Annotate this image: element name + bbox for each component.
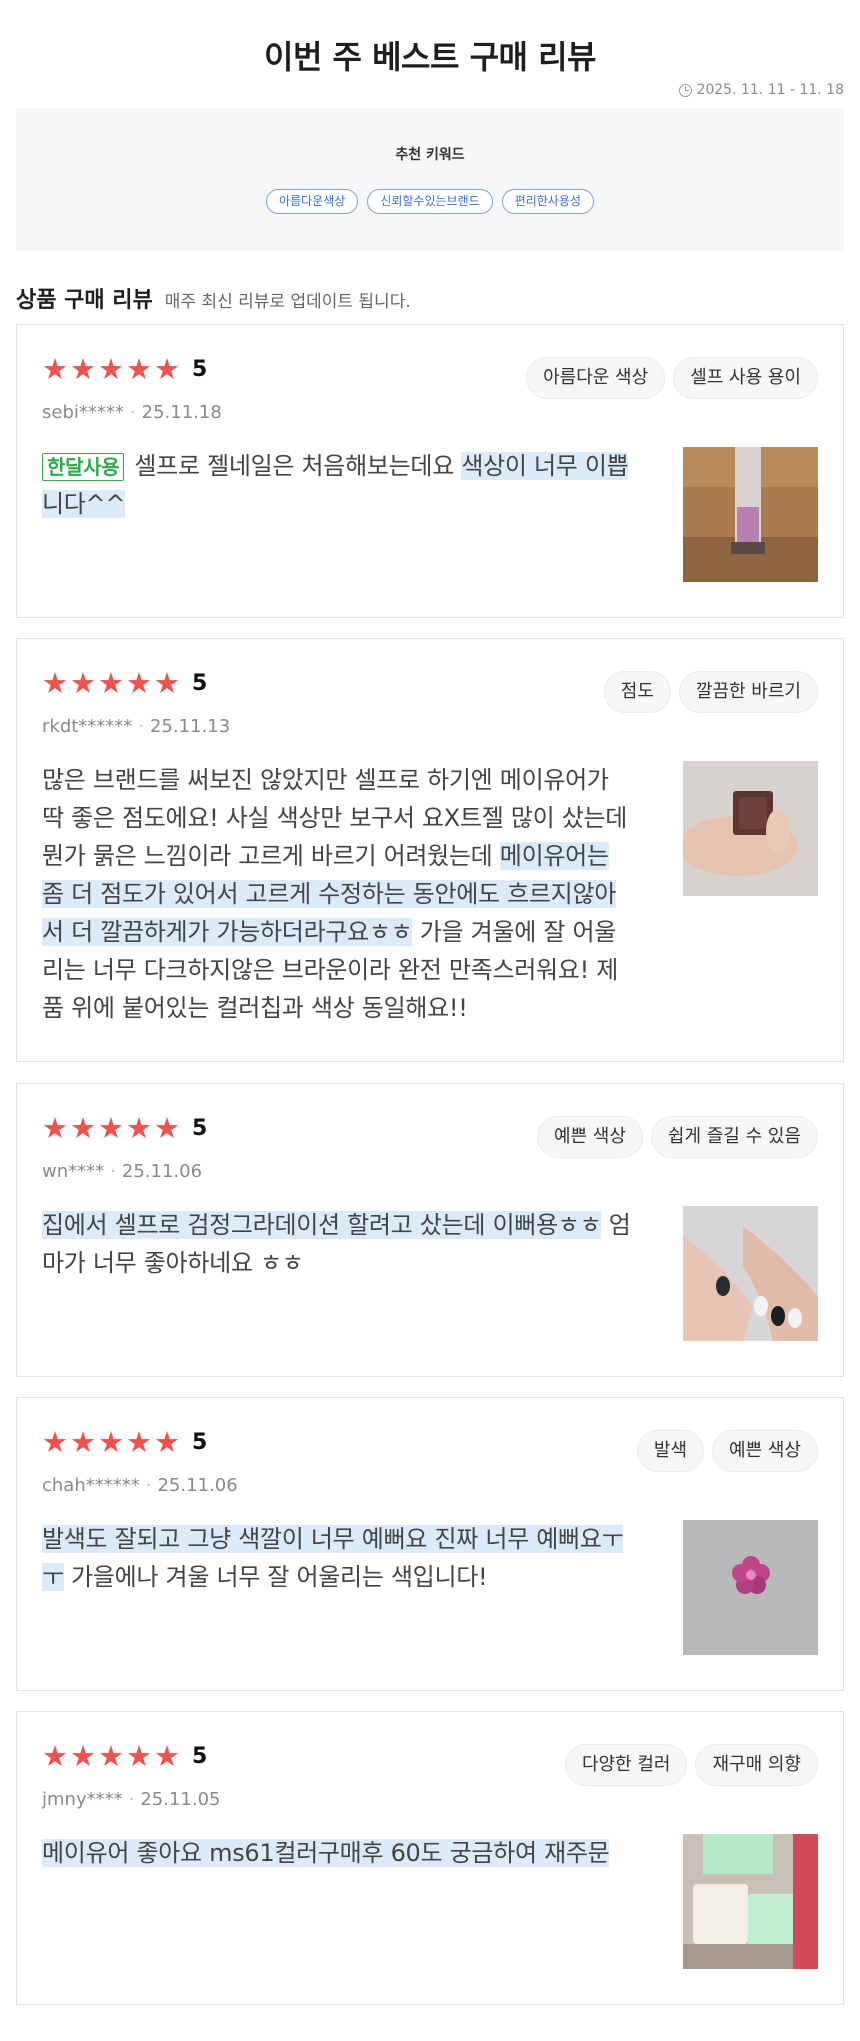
flower-charm-photo[interactable] [683,1520,818,1655]
star-icon: ★ [126,1425,152,1459]
star-icon: ★ [70,666,96,700]
clock-icon [679,83,693,97]
star-rating: ★ ★ ★ ★ ★ 5 [42,1114,207,1143]
review-meta: wn**** · 25.11.06 [42,1161,203,1182]
brown-gel-photo[interactable] [683,761,818,896]
star-icon: ★ [70,1739,96,1773]
review-date: 25.11.06 [157,1475,238,1496]
star-icon: ★ [154,352,180,386]
recommended-keywords: 추천 키워드 아름다운색상 신뢰할수있는브랜드 편리한사용성 [16,108,844,251]
section-title: 상품 구매 리뷰 [16,288,153,313]
star-icon: ★ [154,666,180,700]
review-meta: chah****** · 25.11.06 [42,1475,238,1496]
star-icon: ★ [126,666,152,700]
reviewer-name: sebi***** [42,402,124,423]
keyword-chip[interactable]: 편리한사용성 [501,189,594,214]
review-tag: 재구매 의향 [695,1744,818,1786]
reviewer-name: jmny**** [42,1789,123,1810]
star-icon: ★ [98,666,124,700]
review-text: 메이유어 좋아요 ms61컬러구매후 60도 궁금하여 재주문 [42,1834,632,1872]
review-text: 한달사용 셀프로 젤네일은 처음해보는데요 색상이 너무 이쁩니다^^ [42,452,629,518]
date-range: 2025. 11. 11 - 11. 18 [679,82,844,98]
review-card[interactable]: ★ ★ ★ ★ ★ 5 chah****** · 25.11.06 발색 예쁜 색상 발색도… [16,1397,844,1691]
star-icon: ★ [42,1425,68,1459]
star-icon: ★ [98,1425,124,1459]
star-rating: ★ ★ ★ ★ ★ 5 [42,355,207,384]
highlighted-text: 메이유어 좋아요 ms61컬러구매후 60도 궁금하여 재주문 [42,1839,610,1867]
review-tag: 점도 [603,671,671,713]
review-meta: sebi***** · 25.11.18 [42,402,222,423]
review-meta: jmny**** · 25.11.05 [42,1789,221,1810]
review-date: 25.11.13 [150,716,231,737]
reviewer-name: wn**** [42,1161,105,1182]
review-card[interactable]: ★ ★ ★ ★ ★ 5 sebi***** · 25.11.18 아름다운 색상 셀프 사용… [16,324,844,618]
star-icon: ★ [154,1425,180,1459]
keyword-chip[interactable]: 신뢰할수있는브랜드 [367,189,493,214]
date-range-text: 2025. 11. 11 - 11. 18 [696,82,844,98]
review-card[interactable]: ★ ★ ★ ★ ★ 5 rkdt****** · 25.11.13 점도 깔끔한 바르기 많… [16,638,844,1062]
review-tag: 셀프 사용 용이 [673,357,818,399]
star-icon: ★ [154,1111,180,1145]
star-icon: ★ [98,1111,124,1145]
star-icon: ★ [98,1739,124,1773]
review-card[interactable]: ★ ★ ★ ★ ★ 5 jmny**** · 25.11.05 다양한 컬러 재구매 의향 … [16,1711,844,2005]
rating-score: 5 [192,1744,208,1769]
rating-score: 5 [192,1430,208,1455]
star-icon: ★ [42,352,68,386]
star-icon: ★ [154,1739,180,1773]
review-text: 많은 브랜드를 써보진 않았지만 셀프로 하기엔 메이유어가 딱 좋은 점도에요… [42,766,628,1022]
usage-badge: 한달사용 [42,453,125,481]
rating-score: 5 [192,357,208,382]
keyword-chip[interactable]: 아름다운색상 [266,189,359,214]
rating-score: 5 [192,1116,208,1141]
star-icon: ★ [42,1111,68,1145]
review-text: 집에서 셀프로 검정그라데이션 할려고 샀는데 이뻐용ㅎㅎ 엄마가 너무 좋아하… [42,1211,631,1277]
review-tag: 발색 [636,1430,705,1472]
nails-photo[interactable] [683,1206,818,1341]
mint-bottles-photo[interactable] [683,1834,818,1969]
review-text: 발색도 잘되고 그냥 색깔이 너무 예뻐요 진짜 너무 예뻐요ㅜㅜ 가을에나 겨… [42,1525,624,1591]
keywords-title: 추천 키워드 [395,147,465,163]
review-tag: 깔끔한 바르기 [678,671,818,713]
lip-gloss-photo[interactable] [683,447,818,582]
star-icon: ★ [126,1739,152,1773]
review-tag: 예쁜 색상 [712,1430,818,1472]
star-icon: ★ [98,352,124,386]
star-rating: ★ ★ ★ ★ ★ 5 [42,669,207,698]
review-tag: 다양한 컬러 [564,1744,688,1786]
review-date: 25.11.06 [121,1161,203,1182]
page-title: 이번 주 베스트 구매 리뷰 [264,38,596,76]
star-icon: ★ [42,666,68,700]
rating-score: 5 [192,671,208,696]
star-icon: ★ [126,352,152,386]
review-tag: 아름다운 색상 [526,357,666,399]
star-icon: ★ [70,352,96,386]
star-icon: ★ [70,1425,96,1459]
section-subtitle: 매주 최신 리뷰로 업데이트 됩니다. [164,292,411,312]
review-date: 25.11.05 [140,1789,221,1810]
star-icon: ★ [126,1111,152,1145]
highlighted-text: 집에서 셀프로 검정그라데이션 할려고 샀는데 이뻐용ㅎㅎ [42,1211,602,1239]
reviewer-name: rkdt****** [42,716,133,737]
star-rating: ★ ★ ★ ★ ★ 5 [42,1428,207,1457]
star-rating: ★ ★ ★ ★ ★ 5 [42,1742,207,1771]
review-tag: 예쁜 색상 [536,1116,643,1158]
section-header: 상품 구매 리뷰 매주 최신 리뷰로 업데이트 됩니다. [16,282,411,314]
review-tag: 쉽게 즐길 수 있음 [650,1116,818,1158]
review-meta: rkdt****** · 25.11.13 [42,716,231,737]
review-date: 25.11.18 [141,402,222,423]
star-icon: ★ [42,1739,68,1773]
star-icon: ★ [70,1111,96,1145]
review-card[interactable]: ★ ★ ★ ★ ★ 5 wn**** · 25.11.06 예쁜 색상 쉽게 즐길 수 있음… [16,1083,844,1377]
reviewer-name: chah****** [42,1475,140,1496]
